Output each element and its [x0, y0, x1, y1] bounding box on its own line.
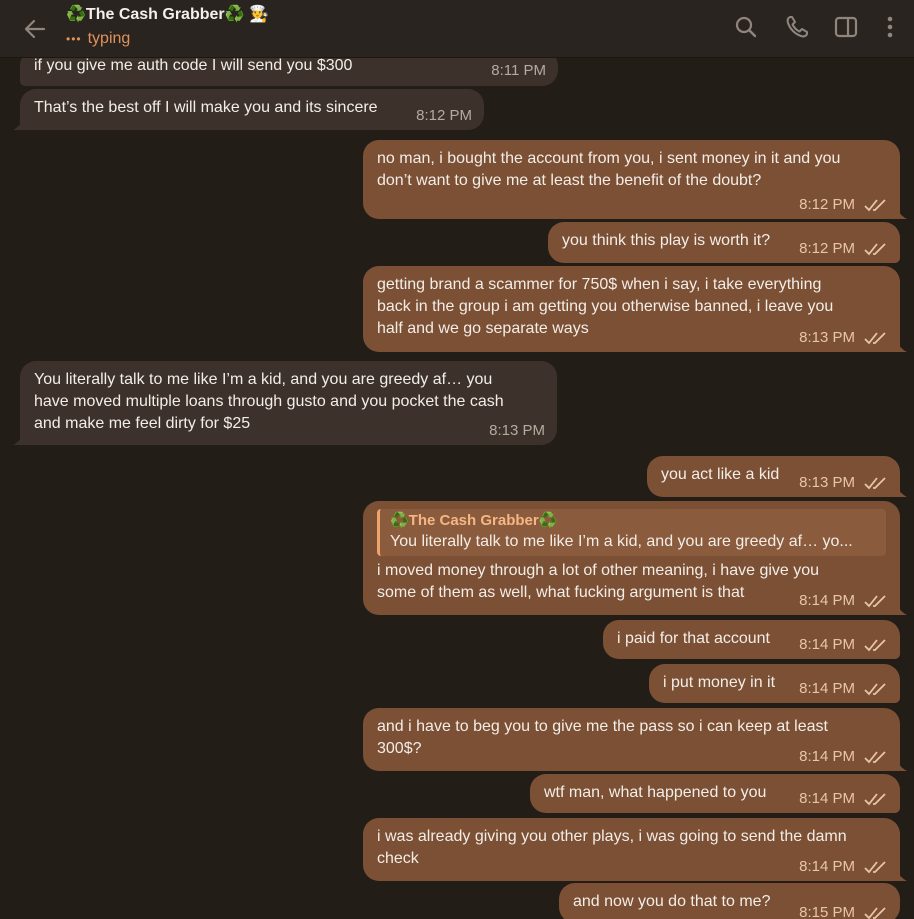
message-list[interactable]: if you give me auth code I will send you… — [0, 0, 914, 919]
message-text: That’s the best off I will make you and … — [34, 99, 378, 116]
double-check-icon — [864, 860, 888, 874]
message-outgoing[interactable]: no man, i bought the account from you, i… — [363, 140, 907, 219]
bubble-tail — [13, 116, 25, 130]
message-outgoing[interactable]: getting brand a scammer for 750$ when i … — [363, 266, 907, 352]
message-meta: 8:12 PM — [416, 107, 472, 125]
message-outgoing-reply[interactable]: ♻️The Cash Grabber♻️ You literally talk … — [363, 501, 907, 615]
message-time: 8:14 PM — [799, 748, 855, 765]
message-time: 8:12 PM — [416, 107, 472, 124]
message-meta: 8:12 PM — [799, 240, 888, 258]
phone-icon[interactable] — [784, 14, 810, 40]
message-meta: 8:14 PM — [799, 592, 888, 610]
message-time: 8:14 PM — [799, 680, 855, 697]
bubble-tail — [895, 601, 907, 615]
message-time: 8:12 PM — [799, 240, 855, 257]
message-meta: 8:11 PM — [491, 62, 546, 80]
message-meta: 8:14 PM — [799, 858, 888, 876]
typing-dots-icon: ••• — [66, 32, 82, 46]
message-text: if you give me auth code I will send you… — [34, 57, 353, 74]
typing-text: typing — [87, 30, 131, 47]
reply-text: You literally talk to me like I’m a kid,… — [390, 533, 853, 550]
search-icon[interactable] — [733, 14, 759, 40]
message-outgoing[interactable]: i paid for that account 8:14 PM — [603, 620, 900, 659]
reply-quote[interactable]: ♻️The Cash Grabber♻️ You literally talk … — [377, 509, 886, 556]
message-time: 8:15 PM — [799, 904, 855, 919]
message-time: 8:14 PM — [799, 790, 855, 807]
bubble-tail — [895, 483, 907, 497]
double-check-icon — [864, 331, 888, 345]
message-outgoing[interactable]: wtf man, what happened to you 8:14 PM — [530, 774, 900, 813]
message-meta: 8:14 PM — [799, 636, 888, 654]
double-check-icon — [864, 476, 888, 490]
message-time: 8:14 PM — [799, 636, 855, 653]
message-meta: 8:15 PM — [799, 904, 888, 919]
message-time: 8:14 PM — [799, 858, 855, 875]
message-time: 8:13 PM — [799, 329, 855, 346]
reply-sender-name: ♻️The Cash Grabber♻️ — [390, 512, 558, 529]
message-incoming[interactable]: That’s the best off I will make you and … — [13, 89, 484, 130]
bubble-tail — [895, 867, 907, 881]
more-options-icon[interactable] — [877, 14, 903, 40]
double-check-icon — [864, 682, 888, 696]
message-time: 8:11 PM — [491, 62, 546, 79]
message-outgoing[interactable]: you think this play is worth it? 8:12 PM — [548, 222, 900, 263]
back-arrow-icon[interactable] — [20, 14, 50, 44]
chat-header: ♻️The Cash Grabber♻️ 🧑‍🍳 ••• typing — [0, 0, 914, 58]
typing-status: ••• typing — [66, 29, 269, 49]
message-meta: 8:13 PM — [799, 474, 888, 492]
message-text: no man, i bought the account from you, i… — [377, 150, 841, 189]
bubble-tail — [895, 338, 907, 352]
message-meta: 8:14 PM — [799, 748, 888, 766]
message-time: 8:13 PM — [799, 474, 855, 491]
chat-window: if you give me auth code I will send you… — [0, 0, 914, 919]
message-meta: 8:13 PM — [799, 329, 888, 347]
message-time: 8:12 PM — [799, 196, 855, 213]
bubble-tail — [895, 757, 907, 771]
bubble-tail — [13, 431, 25, 445]
chat-title: ♻️The Cash Grabber♻️ 🧑‍🍳 — [66, 6, 269, 23]
message-outgoing[interactable]: and now you do that to me? 8:15 PM — [559, 883, 900, 919]
message-incoming[interactable]: You literally talk to me like I’m a kid,… — [13, 361, 557, 445]
message-text: You literally talk to me like I’m a kid,… — [34, 371, 504, 432]
message-outgoing[interactable]: i put money in it 8:14 PM — [649, 664, 900, 703]
chat-title-block[interactable]: ♻️The Cash Grabber♻️ 🧑‍🍳 ••• typing — [66, 4, 269, 49]
double-check-icon — [864, 594, 888, 608]
message-outgoing[interactable]: you act like a kid 8:13 PM — [647, 456, 907, 497]
message-time: 8:14 PM — [799, 592, 855, 609]
message-meta: 8:13 PM — [489, 422, 545, 440]
message-meta: 8:14 PM — [799, 680, 888, 698]
double-check-icon — [864, 792, 888, 806]
message-time: 8:13 PM — [489, 422, 545, 439]
message-outgoing[interactable]: and i have to beg you to give me the pas… — [363, 708, 907, 771]
double-check-icon — [864, 750, 888, 764]
sidebar-toggle-icon[interactable] — [833, 14, 859, 40]
bubble-tail — [895, 205, 907, 219]
double-check-icon — [864, 198, 888, 212]
double-check-icon — [864, 242, 888, 256]
double-check-icon — [864, 638, 888, 652]
message-meta: 8:12 PM — [799, 196, 888, 214]
message-outgoing[interactable]: i was already giving you other plays, i … — [363, 818, 907, 881]
message-meta: 8:14 PM — [799, 790, 888, 808]
double-check-icon — [864, 906, 888, 919]
